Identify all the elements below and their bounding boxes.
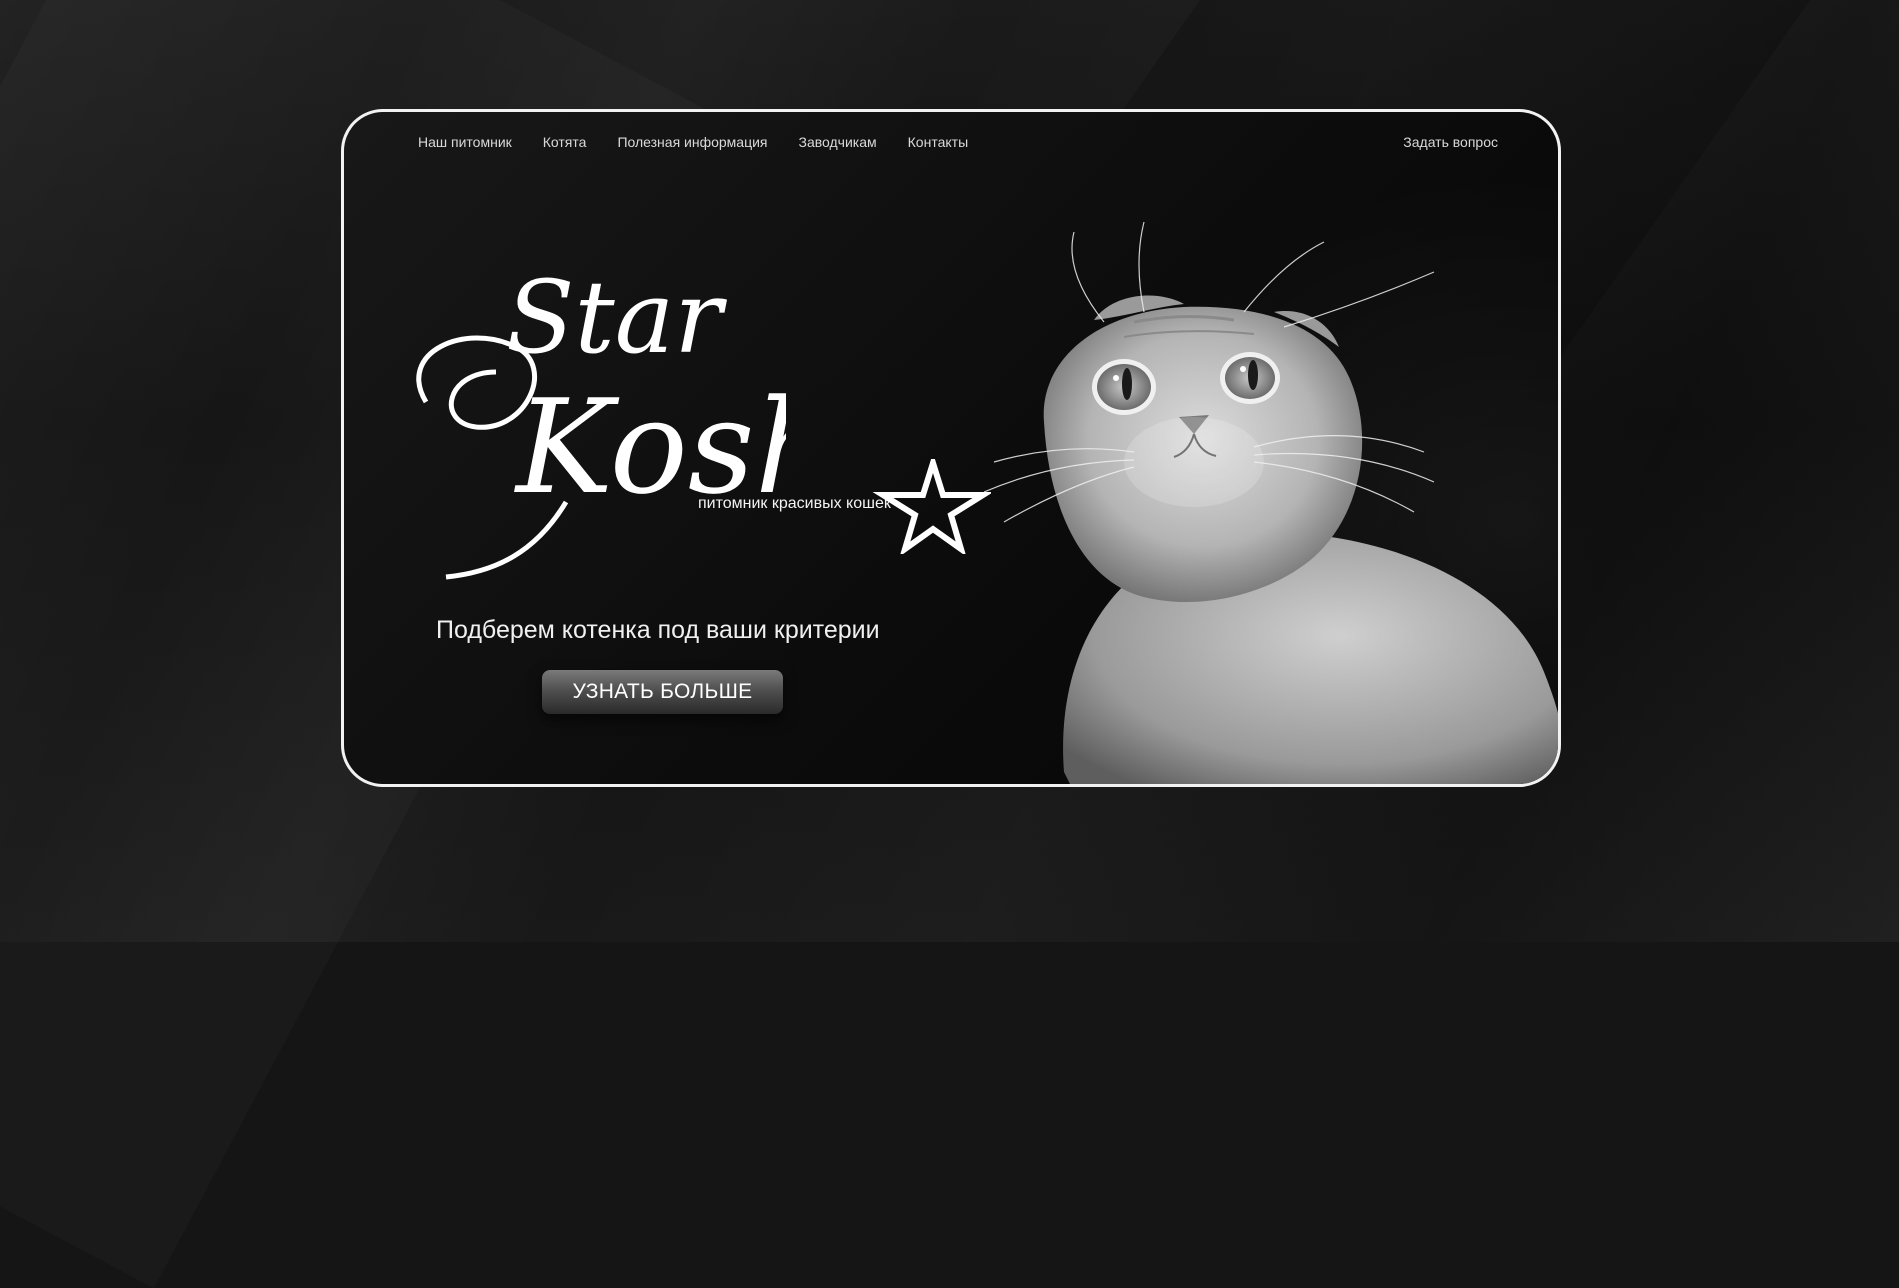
cat-photo xyxy=(984,221,1558,784)
logo-word-star: Star xyxy=(506,259,727,376)
top-nav: Наш питомник Котята Полезная информация … xyxy=(418,134,999,150)
nav-item-breeders[interactable]: Заводчикам xyxy=(799,134,877,150)
nav-item-kittens[interactable]: Котята xyxy=(543,134,587,150)
hero-card: Наш питомник Котята Полезная информация … xyxy=(341,109,1561,787)
nav-item-useful-info[interactable]: Полезная информация xyxy=(617,134,767,150)
nav-item-contacts[interactable]: Контакты xyxy=(908,134,968,150)
hero-headline: Подберем котенка под ваши критерии xyxy=(436,616,880,644)
ask-question-link[interactable]: Задать вопрос xyxy=(1403,134,1498,150)
logo-tagline: питомник красивых кошек xyxy=(698,495,891,512)
star-outline-icon xyxy=(872,459,991,554)
starkosh-logo: Star Kosh xyxy=(416,259,786,580)
learn-more-button[interactable]: УЗНАТЬ БОЛЬШЕ xyxy=(542,670,783,714)
nav-item-nursery[interactable]: Наш питомник xyxy=(418,134,512,150)
